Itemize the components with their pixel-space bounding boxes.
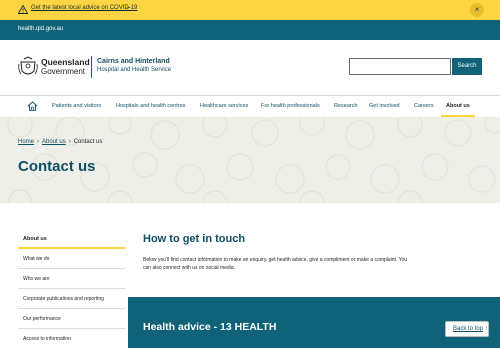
sidebar-item-our-performance[interactable]: Our performance: [18, 309, 125, 329]
page-hero: Home › About us › Contact us Contact us: [0, 117, 500, 203]
header-divider: [91, 56, 92, 78]
qld-wordmark-line2: Government: [41, 67, 86, 76]
sidebar-item-who-we-are[interactable]: Who we are: [18, 269, 125, 289]
back-to-top-label: Back to top: [453, 326, 484, 332]
home-icon[interactable]: [27, 101, 38, 111]
sidebar-item-what-we-do[interactable]: What we do: [18, 249, 125, 269]
warning-icon: [18, 5, 28, 14]
hhs-name-line1: Cairns and Hinterland: [97, 58, 170, 65]
nav-item-get-involved[interactable]: Get involved: [369, 103, 400, 109]
nav-item-hospitals-and-health-centres[interactable]: Hospitals and health centres: [116, 103, 185, 109]
arrow-up-icon: ↑: [484, 326, 488, 332]
nav-item-research[interactable]: Research: [334, 103, 358, 109]
search-button[interactable]: Search: [452, 58, 482, 75]
covid-alert-banner: Get the latest local advice on COVID-19 …: [0, 0, 500, 20]
breadcrumb-home[interactable]: Home: [18, 139, 34, 145]
sidebar-item-access-to-information[interactable]: Access to information: [18, 329, 125, 348]
page-title: Contact us: [18, 158, 96, 175]
section-heading: How to get in touch: [143, 233, 246, 245]
nav-item-for-health-professionals[interactable]: For health professionals: [261, 103, 320, 109]
breadcrumb-separator: ›: [68, 139, 71, 145]
breadcrumb-separator: ›: [37, 139, 40, 145]
arrow-right-icon: →: [124, 4, 131, 11]
sidebar-item-about-us[interactable]: About us: [18, 229, 125, 249]
nav-item-healthcare-services[interactable]: Healthcare services: [200, 103, 248, 109]
health-advice-title: Health advice - 13 HEALTH: [143, 321, 277, 333]
hhs-name-line2: Hospital and Health Service: [97, 67, 172, 73]
main-nav: Patients and visitors Hospitals and heal…: [0, 95, 500, 118]
sidebar-item-corporate-publications[interactable]: Corporate publications and reporting: [18, 289, 125, 309]
top-bar: health.qld.gov.au: [0, 20, 500, 40]
search-input[interactable]: [349, 58, 451, 75]
close-alert-button[interactable]: ×: [470, 3, 484, 17]
nav-item-careers[interactable]: Careers: [414, 103, 434, 109]
domain-link[interactable]: health.qld.gov.au: [18, 26, 63, 32]
breadcrumb-about-us[interactable]: About us: [42, 139, 66, 145]
breadcrumb: Home › About us › Contact us: [18, 139, 102, 145]
back-to-top-button[interactable]: Back to top ↑: [445, 321, 489, 337]
qld-wordmark-line1: Queensland: [41, 57, 90, 67]
nav-item-about-us[interactable]: About us: [446, 103, 470, 109]
queensland-crest-logo[interactable]: [18, 56, 38, 78]
site-header: Queensland Government Cairns and Hinterl…: [0, 40, 500, 95]
intro-paragraph: Below you'll find contact information to…: [143, 257, 408, 271]
covid-advice-link[interactable]: Get the latest local advice on COVID-19: [31, 5, 137, 11]
breadcrumb-current: Contact us: [73, 139, 103, 145]
nav-item-patients-and-visitors[interactable]: Patients and visitors: [52, 103, 101, 109]
section-sidebar: About us What we do Who we are Corporate…: [18, 229, 125, 348]
